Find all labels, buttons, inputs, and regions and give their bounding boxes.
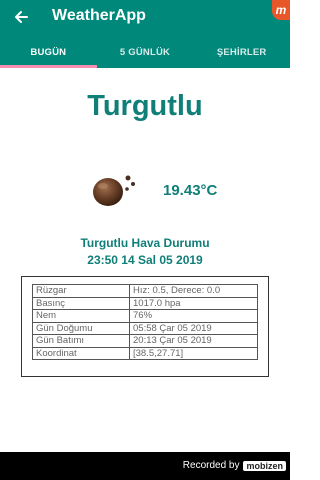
details-panel: Rüzgar Hız: 0.5, Derece: 0.0 Basınç 1017…	[21, 276, 269, 377]
tab-today[interactable]: BUGÜN	[0, 36, 97, 68]
detail-value: 1017.0 hpa	[129, 296, 258, 310]
table-row: Basınç 1017.0 hpa	[32, 296, 258, 310]
table-row: Gün Batımı 20:13 Çar 05 2019	[32, 334, 258, 348]
details-table: Rüzgar Hız: 0.5, Derece: 0.0 Basınç 1017…	[32, 284, 258, 360]
table-row: Rüzgar Hız: 0.5, Derece: 0.0	[32, 284, 258, 298]
detail-label: Basınç	[32, 296, 130, 310]
detail-value: 05:58 Çar 05 2019	[129, 321, 258, 335]
cloudy-night-icon	[93, 175, 135, 206]
bottom-bar: Recorded by mobizen	[0, 452, 290, 480]
app-bar: WeatherApp m BUGÜN 5 GÜNLÜK ŞEHİRLER	[0, 0, 290, 68]
detail-label: Nem	[32, 309, 130, 323]
table-row: Koordinat [38.5,27.71]	[32, 346, 258, 360]
forecast-datetime: 23:50 14 Sal 05 2019	[87, 253, 203, 267]
detail-label: Koordinat	[32, 346, 130, 360]
city-name: Turgutlu	[87, 90, 203, 122]
app-title: WeatherApp	[52, 7, 146, 24]
recorded-by-label: Recorded by	[182, 460, 240, 471]
tab-bar: BUGÜN 5 GÜNLÜK ŞEHİRLER	[0, 36, 290, 68]
tab-5-day[interactable]: 5 GÜNLÜK	[97, 36, 194, 68]
detail-label: Rüzgar	[32, 284, 130, 298]
detail-value: [38.5,27.71]	[129, 346, 258, 360]
detail-value: Hız: 0.5, Derece: 0.0	[129, 284, 258, 298]
detail-label: Gün Batımı	[32, 334, 130, 348]
tab-indicator	[0, 65, 97, 68]
back-button[interactable]	[8, 4, 34, 30]
detail-label: Gün Doğumu	[32, 321, 130, 335]
table-row: Nem 76%	[32, 309, 258, 323]
arrow-back-icon	[15, 11, 28, 23]
forecast-title: Turgutlu Hava Durumu	[80, 236, 210, 250]
tab-cities[interactable]: ŞEHİRLER	[193, 36, 290, 68]
recording-watermark: Recorded by mobizen	[183, 460, 286, 471]
recorder-logo[interactable]: m	[272, 0, 290, 20]
weather-heading: Turgutlu Hava Durumu 23:50 14 Sal 05 201…	[0, 235, 290, 269]
mobizen-logo: mobizen	[243, 460, 286, 471]
detail-value: 20:13 Çar 05 2019	[129, 334, 258, 348]
temperature: 19.43°C	[163, 182, 218, 199]
table-row: Gün Doğumu 05:58 Çar 05 2019	[32, 321, 258, 335]
detail-value: 76%	[129, 309, 258, 323]
